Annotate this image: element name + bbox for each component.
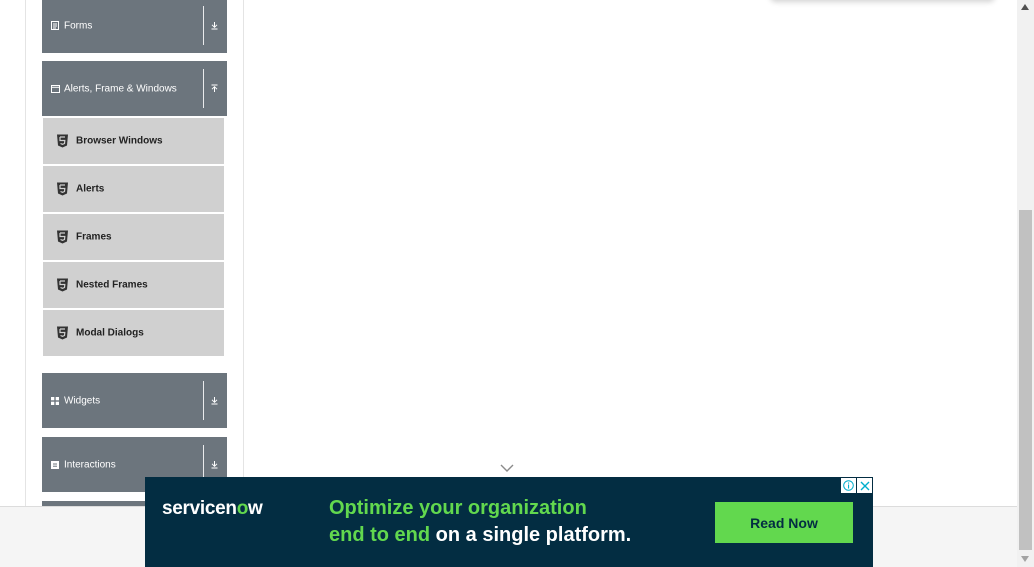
interactions-icon	[50, 460, 60, 470]
sidebar-group-alerts-frame-windows[interactable]: Alerts, Frame & Windows	[42, 61, 227, 116]
ad-brand-text: servicen	[162, 498, 237, 519]
html5-icon	[57, 134, 68, 148]
sidebar-group-widgets[interactable]: Widgets	[42, 373, 227, 428]
html5-icon	[57, 278, 68, 292]
expand-icon[interactable]	[209, 460, 219, 470]
sidebar-item-browser-windows[interactable]: Browser Windows	[43, 118, 224, 164]
expand-icon[interactable]	[209, 396, 219, 406]
sidebar-group-label: Forms	[64, 20, 93, 31]
sidebar-item-label: Browser Windows	[76, 135, 163, 147]
ad-brand-mark: o	[236, 498, 249, 519]
sidebar-item-alerts[interactable]: Alerts	[43, 166, 224, 212]
sidebar-item-nested-frames[interactable]: Nested Frames	[43, 262, 224, 308]
sidebar-group-label: Widgets	[64, 395, 101, 406]
sidebar-group-forms[interactable]: Forms	[42, 0, 227, 53]
sidebar-group-label: Interactions	[64, 459, 116, 470]
grid-icon	[50, 396, 60, 406]
ad-headline-line2-accent: end to end	[329, 524, 431, 546]
ad-headline-line1: Optimize your organization	[329, 497, 587, 519]
ad-headline-line2: on a single platform.	[430, 524, 632, 546]
form-icon	[50, 21, 60, 31]
group-divider	[203, 381, 204, 420]
chevron-down-icon[interactable]	[500, 463, 514, 473]
page-left-border	[25, 0, 26, 507]
close-icon[interactable]	[857, 478, 872, 493]
ad-headline: Optimize your organization end to end on…	[329, 495, 631, 549]
sidebar-item-label: Frames	[76, 231, 112, 243]
group-divider	[203, 6, 204, 45]
sidebar-item-modal-dialogs[interactable]: Modal Dialogs	[43, 310, 224, 356]
expand-icon[interactable]	[209, 21, 219, 31]
sidebar-item-label: Alerts	[76, 183, 105, 195]
ad-read-now-button[interactable]: Read Now	[715, 502, 853, 543]
html5-icon	[57, 182, 68, 196]
ad-brand-end: w	[248, 498, 263, 519]
window-icon	[50, 84, 60, 94]
collapse-icon[interactable]	[209, 84, 219, 94]
scroll-down-arrow-icon[interactable]	[1021, 556, 1029, 562]
sidebar-group-label: Alerts, Frame & Windows	[64, 83, 177, 94]
ad-banner[interactable]: servicenow Optimize your organization en…	[145, 477, 873, 567]
sidebar-item-label: Modal Dialogs	[76, 327, 144, 339]
group-divider	[203, 69, 204, 108]
info-icon[interactable]	[841, 478, 856, 493]
ad-brand-logo: servicenow	[162, 498, 263, 520]
sidebar-item-frames[interactable]: Frames	[43, 214, 224, 260]
sidebar-item-label: Nested Frames	[76, 279, 148, 291]
html5-icon	[57, 230, 68, 244]
sidebar-separator	[243, 0, 244, 507]
scrollbar-thumb[interactable]	[1019, 210, 1032, 550]
html5-icon	[57, 326, 68, 340]
scroll-up-arrow-icon[interactable]	[1021, 4, 1029, 10]
